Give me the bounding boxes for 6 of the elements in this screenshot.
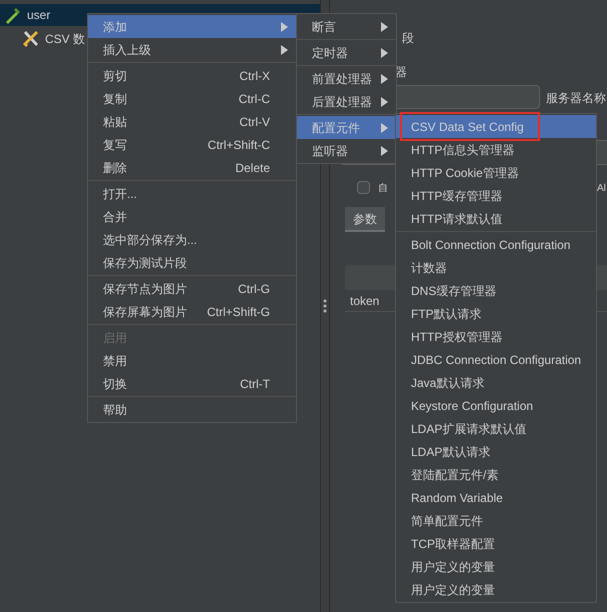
option-label: Al <box>597 182 606 196</box>
heading-text: 段 <box>402 30 414 47</box>
section-label: 器 <box>395 64 407 81</box>
server-name-label: 服务器名称 <box>546 90 606 107</box>
table-cell-text: token <box>350 293 380 310</box>
checkbox-label: 自 <box>378 182 388 196</box>
